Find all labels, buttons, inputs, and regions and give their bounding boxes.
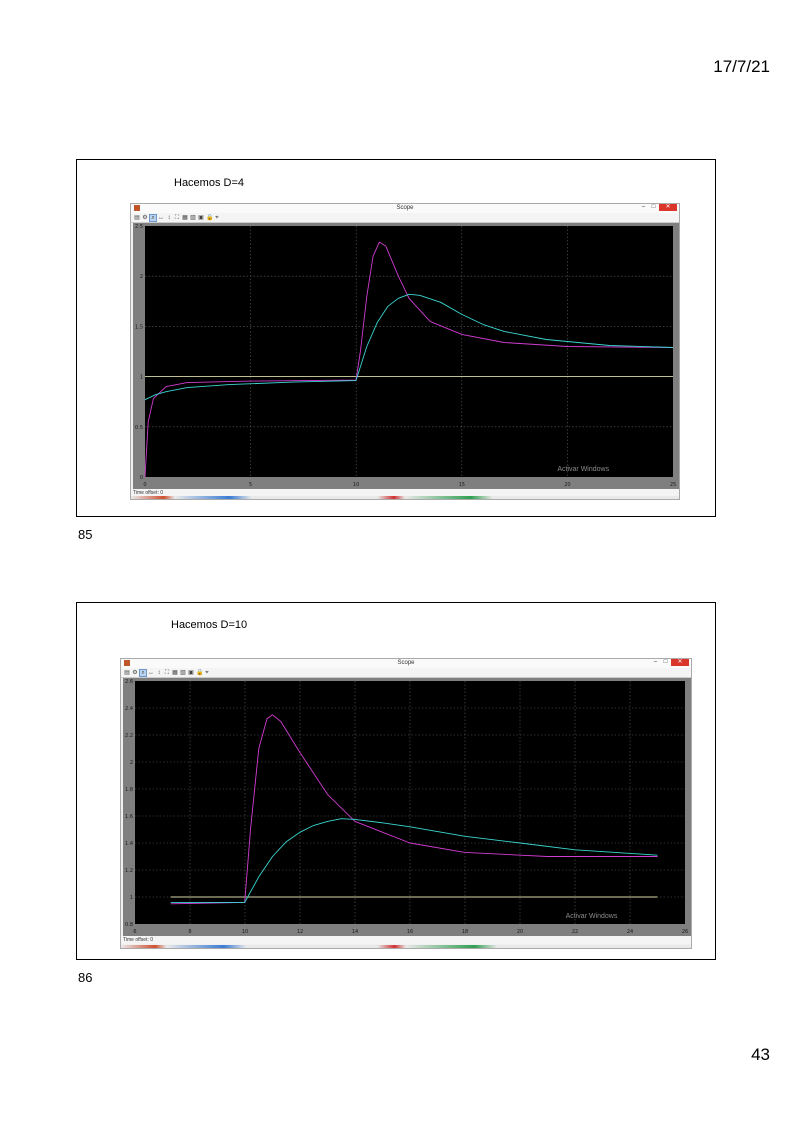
x-tick-label: 10 [242, 929, 248, 935]
scope-plot-area: 6 8 10 12 14 16 18 20 22 24 26 0.8 1 1.2 1.4 1.6 1.8 2 2.2… [123, 678, 691, 936]
close-icon[interactable]: ✕ [671, 659, 689, 666]
slide-frame-86: Hacemos D=10 Scope – □ ✕ ▤ ⚙ ⌕ ↔ ↕ ⛶ ▦ ▧… [76, 602, 716, 960]
restore-axes-icon[interactable]: ▧ [190, 215, 196, 221]
scope-status-bar: Time offset: 0 [121, 936, 691, 944]
scope-titlebar: Scope – □ ✕ [121, 659, 691, 668]
y-tick-label: 1.6 [125, 814, 133, 820]
x-tick-label: 0 [143, 482, 146, 488]
taskbar-strip [131, 496, 679, 499]
window-title: Scope [397, 660, 415, 666]
page-date: 17/7/21 [713, 57, 770, 76]
slide-number: 85 [78, 527, 93, 542]
settings-icon[interactable]: ⚙ [142, 215, 148, 221]
y-tick-label: 2.5 [135, 224, 143, 230]
x-tick-label: 20 [564, 482, 570, 488]
scope-toolbar: ▤ ⚙ ⌕ ↔ ↕ ⛶ ▦ ▧ ▣ 🔒 ⌖ [121, 668, 691, 678]
zoom-icon[interactable]: ⌕ [139, 668, 147, 677]
page-number: 43 [751, 1045, 770, 1064]
zoom-x-icon[interactable]: ↔ [148, 670, 154, 676]
maximize-icon[interactable]: □ [649, 204, 658, 211]
settings-icon[interactable]: ⚙ [132, 670, 138, 676]
y-tick-label: 2.4 [125, 706, 133, 712]
y-tick-label: 2 [140, 274, 143, 280]
slide-title: Hacemos D=4 [174, 177, 245, 189]
y-tick-label: 1 [130, 895, 133, 901]
x-tick-label: 25 [670, 482, 676, 488]
plot-background [145, 226, 673, 477]
parameters-icon[interactable]: ▣ [188, 670, 194, 676]
zoom-y-icon[interactable]: ↕ [166, 215, 172, 221]
print-icon[interactable]: ▤ [134, 215, 140, 221]
scope-toolbar: ▤ ⚙ ⌕ ↔ ↕ ⛶ ▦ ▧ ▣ 🔒 ⌖ [131, 213, 679, 223]
zoom-x-icon[interactable]: ↔ [158, 215, 164, 221]
autoscale-icon[interactable]: ⛶ [164, 670, 170, 676]
zoom-y-icon[interactable]: ↕ [156, 670, 162, 676]
y-tick-label: 0.8 [125, 922, 133, 928]
minimize-icon[interactable]: – [639, 204, 648, 211]
x-tick-label: 6 [133, 929, 136, 935]
x-tick-label: 12 [297, 929, 303, 935]
y-tick-label: 2 [130, 760, 133, 766]
save-axes-icon[interactable]: ▦ [172, 670, 178, 676]
x-tick-label: 8 [188, 929, 191, 935]
x-tick-label: 20 [517, 929, 523, 935]
x-tick-label: 24 [627, 929, 633, 935]
x-tick-label: 22 [572, 929, 578, 935]
y-tick-label: 1.8 [125, 787, 133, 793]
select-signals-icon[interactable]: ⌖ [204, 670, 210, 676]
y-tick-label: 2.6 [125, 679, 133, 685]
scope-window: Scope – □ ✕ ▤ ⚙ ⌕ ↔ ↕ ⛶ ▦ ▧ ▣ 🔒 ⌖ 6 8 10 12… [120, 658, 692, 949]
y-tick-label: 1.5 [135, 324, 143, 330]
slide-frame-85: Hacemos D=4 Scope – □ ✕ ▤ ⚙ ⌕ ↔ ↕ ⛶ ▦ ▧ … [76, 159, 716, 517]
y-tick-label: 0 [140, 475, 143, 481]
window-title: Scope [396, 205, 414, 211]
y-tick-label: 1 [140, 375, 143, 381]
x-tick-label: 16 [407, 929, 413, 935]
x-tick-label: 15 [459, 482, 465, 488]
x-tick-label: 10 [353, 482, 359, 488]
scope-plot-area: 0 5 10 15 20 25 0 0.5 1 1.5 2 2.5 Activar Windows [133, 223, 679, 489]
close-icon[interactable]: ✕ [659, 204, 677, 211]
taskbar-strip [121, 945, 691, 948]
y-tick-label: 0.5 [135, 425, 143, 431]
lock-icon[interactable]: 🔒 [196, 670, 203, 676]
zoom-icon[interactable]: ⌕ [149, 213, 157, 222]
y-tick-label: 2.2 [125, 733, 133, 739]
select-signals-icon[interactable]: ⌖ [214, 215, 220, 221]
print-icon[interactable]: ▤ [124, 670, 130, 676]
maximize-icon[interactable]: □ [661, 659, 670, 666]
slide-title: Hacemos D=10 [171, 619, 248, 631]
x-tick-label: 14 [352, 929, 358, 935]
scope-window: Scope – □ ✕ ▤ ⚙ ⌕ ↔ ↕ ⛶ ▦ ▧ ▣ 🔒 ⌖ 0 5 10 15… [130, 203, 680, 500]
scope-titlebar: Scope – □ ✕ [131, 204, 679, 213]
scope-chart: 0 5 10 15 20 25 0 0.5 1 1.5 2 2.5 Activar Windows [135, 224, 676, 488]
x-tick-label: 26 [682, 929, 688, 935]
minimize-icon[interactable]: – [651, 659, 660, 666]
x-tick-label: 5 [249, 482, 252, 488]
scope-chart: 6 8 10 12 14 16 18 20 22 24 26 0.8 1 1.2 1.4 1.6 1.8 2 2.2… [125, 679, 688, 935]
save-axes-icon[interactable]: ▦ [182, 215, 188, 221]
parameters-icon[interactable]: ▣ [198, 215, 204, 221]
activation-watermark: Activar Windows [566, 913, 618, 920]
y-tick-label: 1.2 [125, 868, 133, 874]
restore-axes-icon[interactable]: ▧ [180, 670, 186, 676]
y-tick-label: 1.4 [125, 841, 133, 847]
x-tick-label: 18 [462, 929, 468, 935]
autoscale-icon[interactable]: ⛶ [174, 215, 180, 221]
activation-watermark: Activar Windows [557, 466, 609, 473]
lock-icon[interactable]: 🔒 [206, 215, 213, 221]
slide-number: 86 [78, 970, 93, 985]
